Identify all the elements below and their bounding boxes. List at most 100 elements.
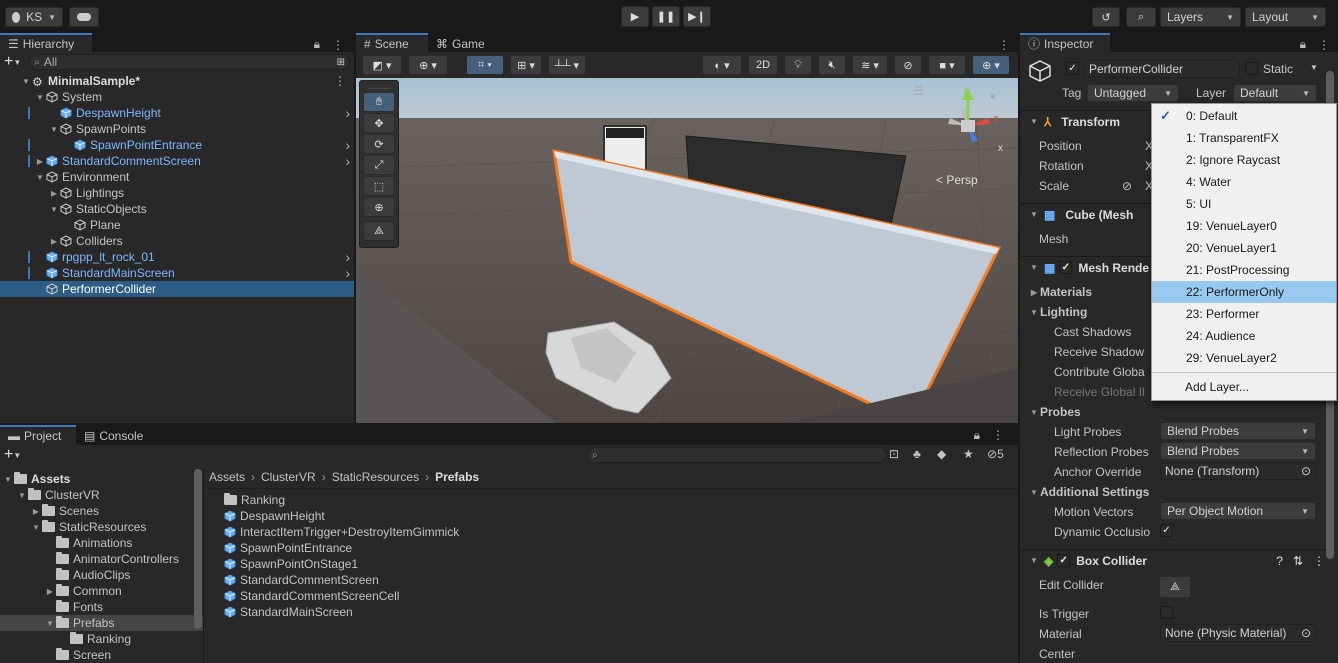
gizmos-dropdown[interactable]: ⊕ ▾	[972, 55, 1010, 75]
layer-option[interactable]: 22: PerformerOnly	[1152, 281, 1336, 303]
lighting-foldout[interactable]: ▼ Lighting	[1028, 304, 1087, 320]
folder-tree-item[interactable]: ▶ Scenes	[0, 503, 203, 519]
folder-tree-item[interactable]: ▼ Prefabs	[0, 615, 203, 631]
component-menu-icon[interactable]: ⋮	[1313, 554, 1325, 568]
asset-list-item[interactable]: StandardMainScreen	[224, 604, 1018, 620]
constrain-proportions-icon[interactable]: ⊘	[1122, 179, 1132, 193]
asset-list-item[interactable]: InteractItemTrigger+DestroyItemGimmick	[224, 524, 1018, 540]
2d-toggle[interactable]: 2D	[748, 55, 778, 75]
hierarchy-item[interactable]: Plane	[0, 217, 354, 233]
project-search-input[interactable]: ⌕	[587, 447, 887, 463]
hand-tool-button[interactable]: ✋︎	[363, 92, 395, 112]
layer-option[interactable]: 24: Audience	[1152, 325, 1336, 347]
palette-handle[interactable]	[368, 81, 390, 89]
presets-icon[interactable]: ⇅	[1293, 554, 1303, 568]
tag-icon[interactable]: ◆	[937, 447, 946, 461]
tag-dropdown[interactable]: Untagged ▼	[1087, 84, 1179, 102]
layer-option[interactable]: 4: Water	[1152, 171, 1336, 193]
object-name-input[interactable]: PerformerCollider	[1084, 60, 1240, 78]
layer-option[interactable]: 20: VenueLayer1	[1152, 237, 1336, 259]
hierarchy-item[interactable]: ▶ Lightings	[0, 185, 354, 201]
asset-list-item[interactable]: SpawnPointOnStage1	[224, 556, 1018, 572]
hierarchy-item[interactable]: ▼ StaticObjects	[0, 201, 354, 217]
hierarchy-item[interactable]: ▼ SpawnPoints	[0, 121, 354, 137]
expand-arrow-open-icon[interactable]: ▼	[34, 93, 46, 102]
asset-list-item[interactable]: StandardCommentScreen	[224, 572, 1018, 588]
material-field[interactable]: None (Physic Material) ⊙	[1160, 624, 1316, 642]
hierarchy-item[interactable]: ▶ Colliders	[0, 233, 354, 249]
more-menu-icon[interactable]: ⋮	[992, 428, 1004, 442]
asset-list-item[interactable]: SpawnPointEntrance	[224, 540, 1018, 556]
add-icon[interactable]: +	[4, 53, 13, 71]
scene-viewport[interactable]: ✋︎ ✥ ⟳ ⤢ ⬚ ⊕ ⟁ y z x < Persp ☰ 🔒︎	[356, 78, 1018, 423]
hierarchy-item[interactable]: rpgpp_lt_rock_01 ›	[0, 249, 354, 265]
open-prefab-arrow-icon[interactable]: ›	[345, 265, 350, 281]
mesh-renderer-enabled-checkbox[interactable]: ✓	[1059, 261, 1073, 274]
layer-option[interactable]: 23: Performer	[1152, 303, 1336, 325]
object-picker-icon[interactable]: ⊙	[1301, 464, 1311, 478]
folder-tree-item[interactable]: ▶ Common	[0, 583, 203, 599]
expand-arrow-icon[interactable]: ▼	[16, 491, 28, 500]
hierarchy-item[interactable]: PerformerCollider	[0, 281, 354, 297]
layer-option[interactable]: ✓ 0: Default	[1152, 105, 1336, 127]
open-prefab-arrow-icon[interactable]: ›	[345, 137, 350, 153]
hierarchy-item[interactable]: ▼ ⚙ MinimalSample* ⋮	[0, 73, 354, 89]
lighting-toggle[interactable]: 💡︎	[784, 55, 812, 75]
draw-mode-dropdown[interactable]: ◩ ▾	[362, 55, 402, 75]
search-by-type-icon[interactable]: ⊡	[889, 447, 899, 461]
transform-tool-button[interactable]: ⊕	[363, 197, 395, 217]
lock-icon[interactable]: 🔒︎	[974, 428, 980, 443]
layout-dropdown[interactable]: Layout ▼	[1245, 7, 1326, 27]
globe-dropdown[interactable]: ⊕ ▾	[408, 55, 448, 75]
folder-tree-item[interactable]: Screen	[0, 647, 203, 663]
camera-dropdown[interactable]: ■ ▾	[928, 55, 966, 75]
grid-snap-dropdown[interactable]: ⌗ ▾	[466, 55, 504, 75]
cloud-button[interactable]	[69, 7, 99, 27]
add-icon[interactable]: +	[4, 446, 13, 464]
expand-arrow-icon[interactable]: ▼	[30, 523, 42, 532]
tab-scene[interactable]: # Scene	[356, 33, 428, 52]
asset-list-item[interactable]: StandardCommentScreenCell	[224, 588, 1018, 604]
rect-tool-button[interactable]: ⬚	[363, 176, 395, 196]
search-button[interactable]: ⌕	[1126, 7, 1156, 27]
tab-game[interactable]: ⌘ Game	[428, 33, 494, 52]
breadcrumb-item[interactable]: Assets	[209, 470, 245, 484]
layer-option[interactable]: 19: VenueLayer0	[1152, 215, 1336, 237]
scale-tool-button[interactable]: ⤢	[363, 155, 395, 175]
additional-settings-foldout[interactable]: ▼ Additional Settings	[1028, 484, 1149, 500]
folder-tree-item[interactable]: Ranking	[0, 631, 203, 647]
motion-vectors-dropdown[interactable]: Per Object Motion ▼	[1160, 502, 1316, 520]
expand-arrow-icon[interactable]: ▶	[30, 507, 42, 516]
expand-arrow-open-icon[interactable]: ▼	[34, 173, 46, 182]
folder-tree-item[interactable]: ▼ StaticResources	[0, 519, 203, 535]
folder-tree-item[interactable]: Animations	[0, 535, 203, 551]
scene-menu-icon[interactable]: ⋮	[334, 74, 346, 88]
expand-arrow-open-icon[interactable]: ▼	[20, 77, 32, 86]
expand-arrow-icon[interactable]: ▶	[44, 587, 56, 596]
static-dropdown-arrow[interactable]: ▼	[1310, 63, 1318, 72]
open-prefab-arrow-icon[interactable]: ›	[345, 249, 350, 265]
folder-tree-item[interactable]: ▼ Assets	[0, 471, 203, 487]
layer-dropdown[interactable]: Default ▼	[1233, 84, 1317, 102]
expand-arrow-icon[interactable]: ▼	[2, 475, 14, 484]
folder-tree-item[interactable]: ▼ ClusterVR	[0, 487, 203, 503]
box-collider-header[interactable]: ▼ ◈ ✓ Box Collider ? ⇅ ⋮	[1020, 549, 1325, 571]
folder-tree-item[interactable]: AudioClips	[0, 567, 203, 583]
expand-arrow-open-icon[interactable]: ▼	[48, 125, 60, 134]
is-trigger-checkbox[interactable]	[1160, 606, 1173, 619]
gizmo-menu-icon[interactable]: ☰	[913, 84, 924, 98]
hierarchy-search-input[interactable]: ⌕ All ⊞	[29, 54, 350, 70]
open-prefab-arrow-icon[interactable]: ›	[345, 105, 350, 121]
audio-toggle[interactable]: 🔇︎	[818, 55, 846, 75]
layer-option[interactable]: 29: VenueLayer2	[1152, 347, 1336, 369]
active-checkbox[interactable]: ✓	[1066, 62, 1079, 75]
help-icon[interactable]: ?	[1276, 554, 1283, 568]
projection-label[interactable]: < Persp	[936, 173, 978, 187]
object-picker-icon[interactable]: ⊙	[1301, 626, 1311, 640]
expand-arrow-closed-icon[interactable]: ▶	[48, 237, 60, 246]
expand-arrow-open-icon[interactable]: ▼	[48, 205, 60, 214]
more-menu-icon[interactable]: ⋮	[998, 38, 1010, 52]
asset-list-item[interactable]: Ranking	[224, 492, 1018, 508]
add-layer-item[interactable]: Add Layer...	[1152, 376, 1336, 398]
folder-tree-item[interactable]: Fonts	[0, 599, 203, 615]
